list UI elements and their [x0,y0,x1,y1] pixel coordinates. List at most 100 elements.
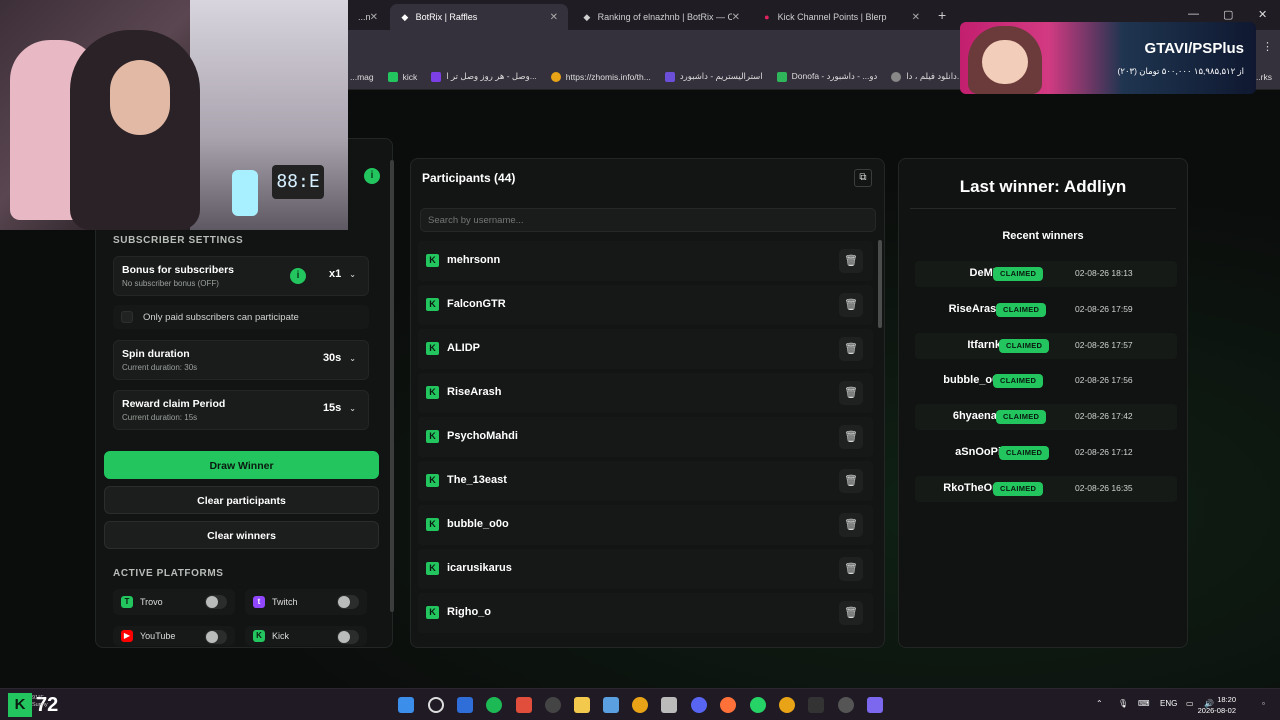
folder-icon[interactable] [574,697,590,713]
banner-subtitle: از ۱۵,۹۸۵,۵۱۲ ۵۰۰,۰۰۰ تومان (۲۰۳) [1117,66,1244,76]
delete-participant-button[interactable]: 🗑 [839,513,863,537]
select-value: 15s [322,402,342,414]
clock[interactable]: 18:20 2026-08-02 [1198,694,1236,716]
firefox-icon[interactable] [720,697,736,713]
network-icon[interactable]: ▭ [1186,699,1194,708]
keyboard-icon[interactable]: ⌨ [1138,699,1150,708]
claimed-badge: CLAIMED [999,446,1050,460]
bookmark[interactable]: دانلود فیلم ، دا... [891,71,964,82]
delete-participant-button[interactable]: 🗑 [839,337,863,361]
chrome-icon[interactable] [632,697,648,713]
bookmark-label: Donofa - دو... - داشبورد [791,71,878,81]
bonus-multiplier-select[interactable]: x1 ⌄ [329,268,356,280]
app-icon[interactable] [457,697,473,713]
delete-participant-button[interactable]: 🗑 [839,381,863,405]
twitch-icon: t [253,596,265,608]
platform-kick: K Kick [245,626,367,646]
spotify-icon[interactable] [486,697,502,713]
winner-name: Itfarnk [967,338,1001,351]
tab-botrix-raffles[interactable]: ◆ BotRix | Raffles ✕ [390,4,568,30]
draw-winner-button[interactable]: Draw Winner [104,451,379,479]
tab-partial[interactable]: ...nin ✕ [348,4,388,30]
kick-icon: K [426,562,439,575]
webcam-background [190,0,348,230]
bookmark[interactable]: وصل - هر روز وصل تر ا... [431,71,537,82]
winner-row: 6hyaena9 CLAIMED 02-08-26 17:42 [915,404,1177,431]
close-icon[interactable]: ✕ [912,12,920,23]
window-close-button[interactable]: ✕ [1258,8,1267,21]
bookmark-kick[interactable]: kick [387,71,417,82]
maximize-button[interactable]: ▢ [1223,8,1233,21]
bookmark-label: وصل - هر روز وصل تر ا... [446,71,537,81]
tab-ranking[interactable]: ◆ Ranking of elnazhnb | BotRix — C ✕ [572,4,750,30]
language-indicator[interactable]: ENG [1160,699,1177,708]
clear-winners-button[interactable]: Clear winners [104,521,379,549]
claimed-badge: CLAIMED [993,267,1044,281]
chrome-icon[interactable] [779,697,795,713]
twitch-toggle[interactable] [337,595,359,609]
app-icon[interactable] [661,697,677,713]
bookmark[interactable]: https://zhomis.info/th... [550,71,651,82]
winner-row: Itfarnk CLAIMED 02-08-26 17:57 [915,332,1177,359]
kick-icon: K [253,630,265,642]
minimize-button[interactable]: — [1188,8,1199,20]
discord-icon[interactable] [691,697,707,713]
delete-participant-button[interactable]: 🗑 [839,601,863,625]
tab-title: Ranking of elnazhnb | BotRix — C [597,12,732,22]
clock-date: 2026-08-02 [1197,706,1236,715]
copy-icon[interactable]: ⧉ [854,169,872,187]
clear-participants-button[interactable]: Clear participants [104,486,379,514]
new-tab-button[interactable]: + [938,7,946,23]
whatsapp-icon[interactable] [750,697,766,713]
settings-scrollbar[interactable] [390,160,394,612]
close-icon[interactable]: ✕ [550,12,558,23]
only-paid-checkbox[interactable] [121,311,133,323]
bookmark[interactable]: Donofa - دو... - داشبورد [776,71,878,82]
delete-participant-button[interactable]: 🗑 [839,469,863,493]
app-icon[interactable] [603,697,619,713]
app-icon[interactable] [867,697,883,713]
spin-duration-select[interactable]: 30s ⌄ [323,352,356,364]
delete-participant-button[interactable]: 🗑 [839,425,863,449]
reward-claim-select[interactable]: 15s ⌄ [323,402,356,414]
terminal-icon[interactable] [808,697,824,713]
bookmark[interactable]: استرالیستریم - داشبورد [664,71,763,82]
tab-kick-channel-points[interactable]: ● Kick Channel Points | Blerp ✕ [752,4,930,30]
search-icon[interactable] [428,697,444,713]
close-icon[interactable]: ✕ [732,12,740,23]
webcam-clock: 88:E [272,165,324,199]
participant-name: FalconGTR [447,298,506,310]
participant-row: Kicarusikarus 🗑 [418,549,873,589]
delete-participant-button[interactable]: 🗑 [839,557,863,581]
close-icon[interactable]: ✕ [370,12,378,23]
participant-row: K ALIDP 🗑 [418,329,873,369]
delete-participant-button[interactable]: 🗑 [839,293,863,317]
all-bookmarks[interactable]: ...rks [1254,72,1272,82]
kick-toggle[interactable] [337,630,359,644]
only-paid-subscribers-option[interactable]: Only paid subscribers can participate [113,305,369,329]
setting-label: Spin duration [122,348,190,360]
app-icon[interactable] [545,697,561,713]
participant-search-input[interactable] [420,208,876,232]
notifications-icon[interactable]: ▫ [1262,699,1265,708]
microphone-icon[interactable]: 🎙 [1118,699,1128,708]
delete-participant-button[interactable]: 🗑 [839,249,863,273]
tray-chevron-icon[interactable]: ⌃ [1096,699,1103,708]
trovo-toggle[interactable] [205,595,227,609]
donation-goal-banner: GTAVI/PSPlus از ۱۵,۹۸۵,۵۱۲ ۵۰۰,۰۰۰ تومان… [960,22,1256,94]
participant-name: PsychoMahdi [447,430,518,442]
youtube-toggle[interactable] [205,630,227,644]
app-icon[interactable] [516,697,532,713]
windows-start-icon[interactable] [398,697,414,713]
info-icon[interactable]: i [364,168,380,184]
app-icon[interactable] [838,697,854,713]
chevron-down-icon: ⌄ [349,354,356,363]
winner-date: 02-08-26 18:13 [1075,268,1133,278]
participants-scrollbar[interactable] [878,240,882,328]
kick-icon: K [426,386,439,399]
browser-menu-icon[interactable]: ⋮ [1262,40,1273,53]
participant-row: K Righo_o 🗑 [418,593,873,633]
bookmark[interactable]: ...mag [350,72,374,82]
banner-title: GTAVI/PSPlus [1144,40,1244,57]
info-icon[interactable]: i [290,268,306,284]
